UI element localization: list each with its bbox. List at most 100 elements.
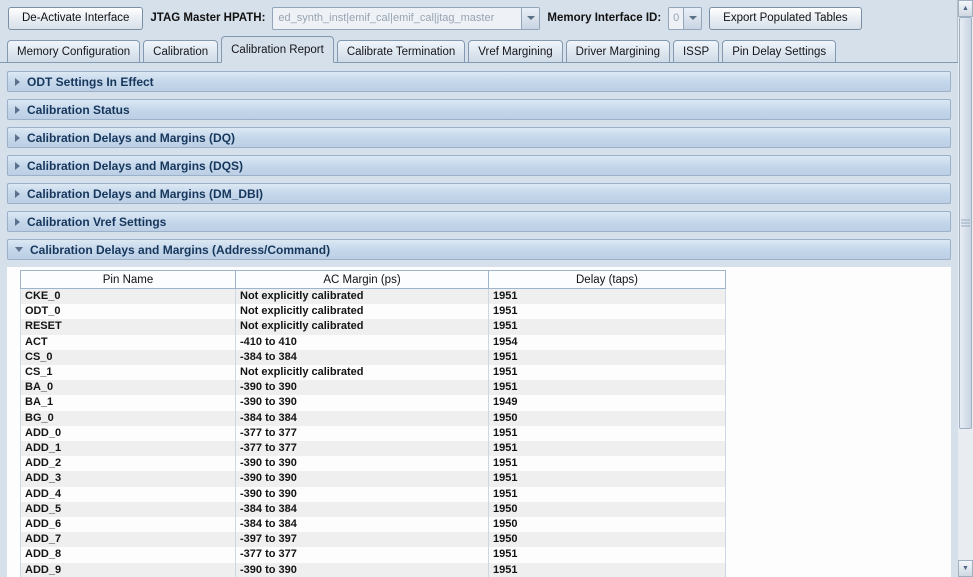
toolbar: De-Activate Interface JTAG Master HPATH:… [0, 0, 958, 36]
table-cell: -390 to 390 [236, 471, 489, 486]
table-cell: BA_0 [21, 380, 236, 395]
table-cell: CKE_0 [21, 289, 236, 305]
section-header-calibration-delays-and-margins-dq[interactable]: Calibration Delays and Margins (DQ) [7, 127, 951, 148]
table-row-cs-1[interactable]: CS_1Not explicitly calibrated1951 [21, 365, 726, 380]
deactivate-interface-button[interactable]: De-Activate Interface [8, 7, 143, 30]
table-row-add-2[interactable]: ADD_2-390 to 3901951 [21, 456, 726, 471]
table-cell: CS_1 [21, 365, 236, 380]
table-row-bg-0[interactable]: BG_0-384 to 3841950 [21, 411, 726, 426]
table-cell: BG_0 [21, 411, 236, 426]
table-cell: -390 to 390 [236, 380, 489, 395]
table-row-reset[interactable]: RESETNot explicitly calibrated1951 [21, 319, 726, 334]
tab-vref-margining[interactable]: Vref Margining [468, 40, 562, 63]
table-cell: ADD_8 [21, 547, 236, 562]
collapse-triangle-icon [15, 247, 23, 252]
tab-memory-configuration[interactable]: Memory Configuration [7, 40, 140, 63]
scroll-down-button[interactable]: ▼ [958, 560, 973, 577]
table-row-cke-0[interactable]: CKE_0Not explicitly calibrated1951 [21, 289, 726, 305]
table-cell: -390 to 390 [236, 487, 489, 502]
table-cell: ADD_3 [21, 471, 236, 486]
table-cell: ADD_0 [21, 426, 236, 441]
table-cell: -390 to 390 [236, 563, 489, 577]
section-header-calibration-delays-and-margins-dm-dbi[interactable]: Calibration Delays and Margins (DM_DBI) [7, 183, 951, 204]
table-cell: RESET [21, 319, 236, 334]
table-cell: -390 to 390 [236, 456, 489, 471]
table-cell: 1950 [489, 532, 726, 547]
table-cell: 1951 [489, 426, 726, 441]
table-cell: ADD_4 [21, 487, 236, 502]
section-title: Calibration Delays and Margins (DM_DBI) [27, 187, 263, 201]
table-cell: 1951 [489, 487, 726, 502]
calibration-report-table: Pin NameAC Margin (ps)Delay (taps)CKE_0N… [20, 270, 726, 577]
section-header-calibration-vref-settings[interactable]: Calibration Vref Settings [7, 211, 951, 232]
table-row-act[interactable]: ACT-410 to 4101954 [21, 335, 726, 350]
section-header-calibration-delays-and-margins-dqs[interactable]: Calibration Delays and Margins (DQS) [7, 155, 951, 176]
table-row-add-5[interactable]: ADD_5-384 to 3841950 [21, 502, 726, 517]
tab-driver-margining[interactable]: Driver Margining [566, 40, 670, 63]
table-row-add-6[interactable]: ADD_6-384 to 3841950 [21, 517, 726, 532]
table-cell: Not explicitly calibrated [236, 365, 489, 380]
table-row-add-4[interactable]: ADD_4-390 to 3901951 [21, 487, 726, 502]
section-title: Calibration Delays and Margins (DQS) [27, 159, 243, 173]
table-cell: 1951 [489, 471, 726, 486]
table-row-add-0[interactable]: ADD_0-377 to 3771951 [21, 426, 726, 441]
table-cell: ADD_6 [21, 517, 236, 532]
table-cell: -384 to 384 [236, 502, 489, 517]
dropdown-arrow-icon[interactable] [521, 8, 539, 29]
table-cell: 1951 [489, 319, 726, 334]
table-cell: -384 to 384 [236, 517, 489, 532]
table-cell: -377 to 377 [236, 547, 489, 562]
table-cell: ACT [21, 335, 236, 350]
table-row-ba-1[interactable]: BA_1-390 to 3901949 [21, 395, 726, 410]
table-cell: ODT_0 [21, 304, 236, 319]
table-row-add-9[interactable]: ADD_9-390 to 3901951 [21, 563, 726, 577]
column-header-pin-name[interactable]: Pin Name [21, 271, 236, 289]
column-header-ac-margin-ps[interactable]: AC Margin (ps) [236, 271, 489, 289]
table-cell: 1949 [489, 395, 726, 410]
tab-calibration[interactable]: Calibration [143, 40, 218, 63]
column-header-delay-taps[interactable]: Delay (taps) [489, 271, 726, 289]
table-row-add-3[interactable]: ADD_3-390 to 3901951 [21, 471, 726, 486]
table-row-ba-0[interactable]: BA_0-390 to 3901951 [21, 380, 726, 395]
table-cell: 1951 [489, 365, 726, 380]
expand-triangle-icon [15, 190, 20, 198]
tab-calibrate-termination[interactable]: Calibrate Termination [337, 40, 465, 63]
table-cell: 1951 [489, 563, 726, 577]
tab-issp[interactable]: ISSP [673, 40, 719, 63]
memory-interface-id-combobox[interactable]: 0 [668, 7, 702, 30]
tab-calibration-report[interactable]: Calibration Report [221, 36, 334, 63]
scrollbar-grip-icon [961, 220, 970, 227]
main-area: De-Activate Interface JTAG Master HPATH:… [0, 0, 958, 577]
scroll-up-icon: ▲ [962, 5, 969, 12]
scrollbar-thumb[interactable] [959, 17, 972, 429]
tab-pin-delay-settings[interactable]: Pin Delay Settings [722, 40, 836, 63]
table-cell: -384 to 384 [236, 411, 489, 426]
table-cell: -390 to 390 [236, 395, 489, 410]
table-cell: BA_1 [21, 395, 236, 410]
table-row-cs-0[interactable]: CS_0-384 to 3841951 [21, 350, 726, 365]
table-cell: 1950 [489, 502, 726, 517]
table-row-add-8[interactable]: ADD_8-377 to 3771951 [21, 547, 726, 562]
table-row-add-1[interactable]: ADD_1-377 to 3771951 [21, 441, 726, 456]
tab-bar: Memory ConfigurationCalibrationCalibrati… [0, 36, 958, 62]
table-cell: -384 to 384 [236, 350, 489, 365]
table-row-add-7[interactable]: ADD_7-397 to 3971950 [21, 532, 726, 547]
export-populated-tables-button[interactable]: Export Populated Tables [709, 7, 861, 30]
section-header-calibration-status[interactable]: Calibration Status [7, 99, 951, 120]
expand-triangle-icon [15, 106, 20, 114]
jtag-master-hpath-combobox[interactable]: ed_synth_inst|emif_cal|emif_cal|jtag_mas… [272, 7, 540, 30]
scrollbar-track[interactable] [958, 17, 973, 560]
table-cell: 1951 [489, 289, 726, 305]
table-row-odt-0[interactable]: ODT_0Not explicitly calibrated1951 [21, 304, 726, 319]
vertical-scrollbar[interactable]: ▲ ▼ [957, 0, 973, 577]
memory-interface-id-value: 0 [669, 8, 683, 29]
section-header-odt-settings-in-effect[interactable]: ODT Settings In Effect [7, 71, 951, 92]
table-cell: Not explicitly calibrated [236, 289, 489, 305]
scroll-up-button[interactable]: ▲ [958, 0, 973, 17]
expand-triangle-icon [15, 134, 20, 142]
section-content-calibration-delays-and-margins-address-command: Pin NameAC Margin (ps)Delay (taps)CKE_0N… [7, 267, 951, 577]
section-header-calibration-delays-and-margins-address-command[interactable]: Calibration Delays and Margins (Address/… [7, 239, 951, 260]
dropdown-arrow-icon[interactable] [683, 8, 701, 29]
memory-interface-id-label: Memory Interface ID: [547, 12, 661, 24]
table-cell: ADD_2 [21, 456, 236, 471]
